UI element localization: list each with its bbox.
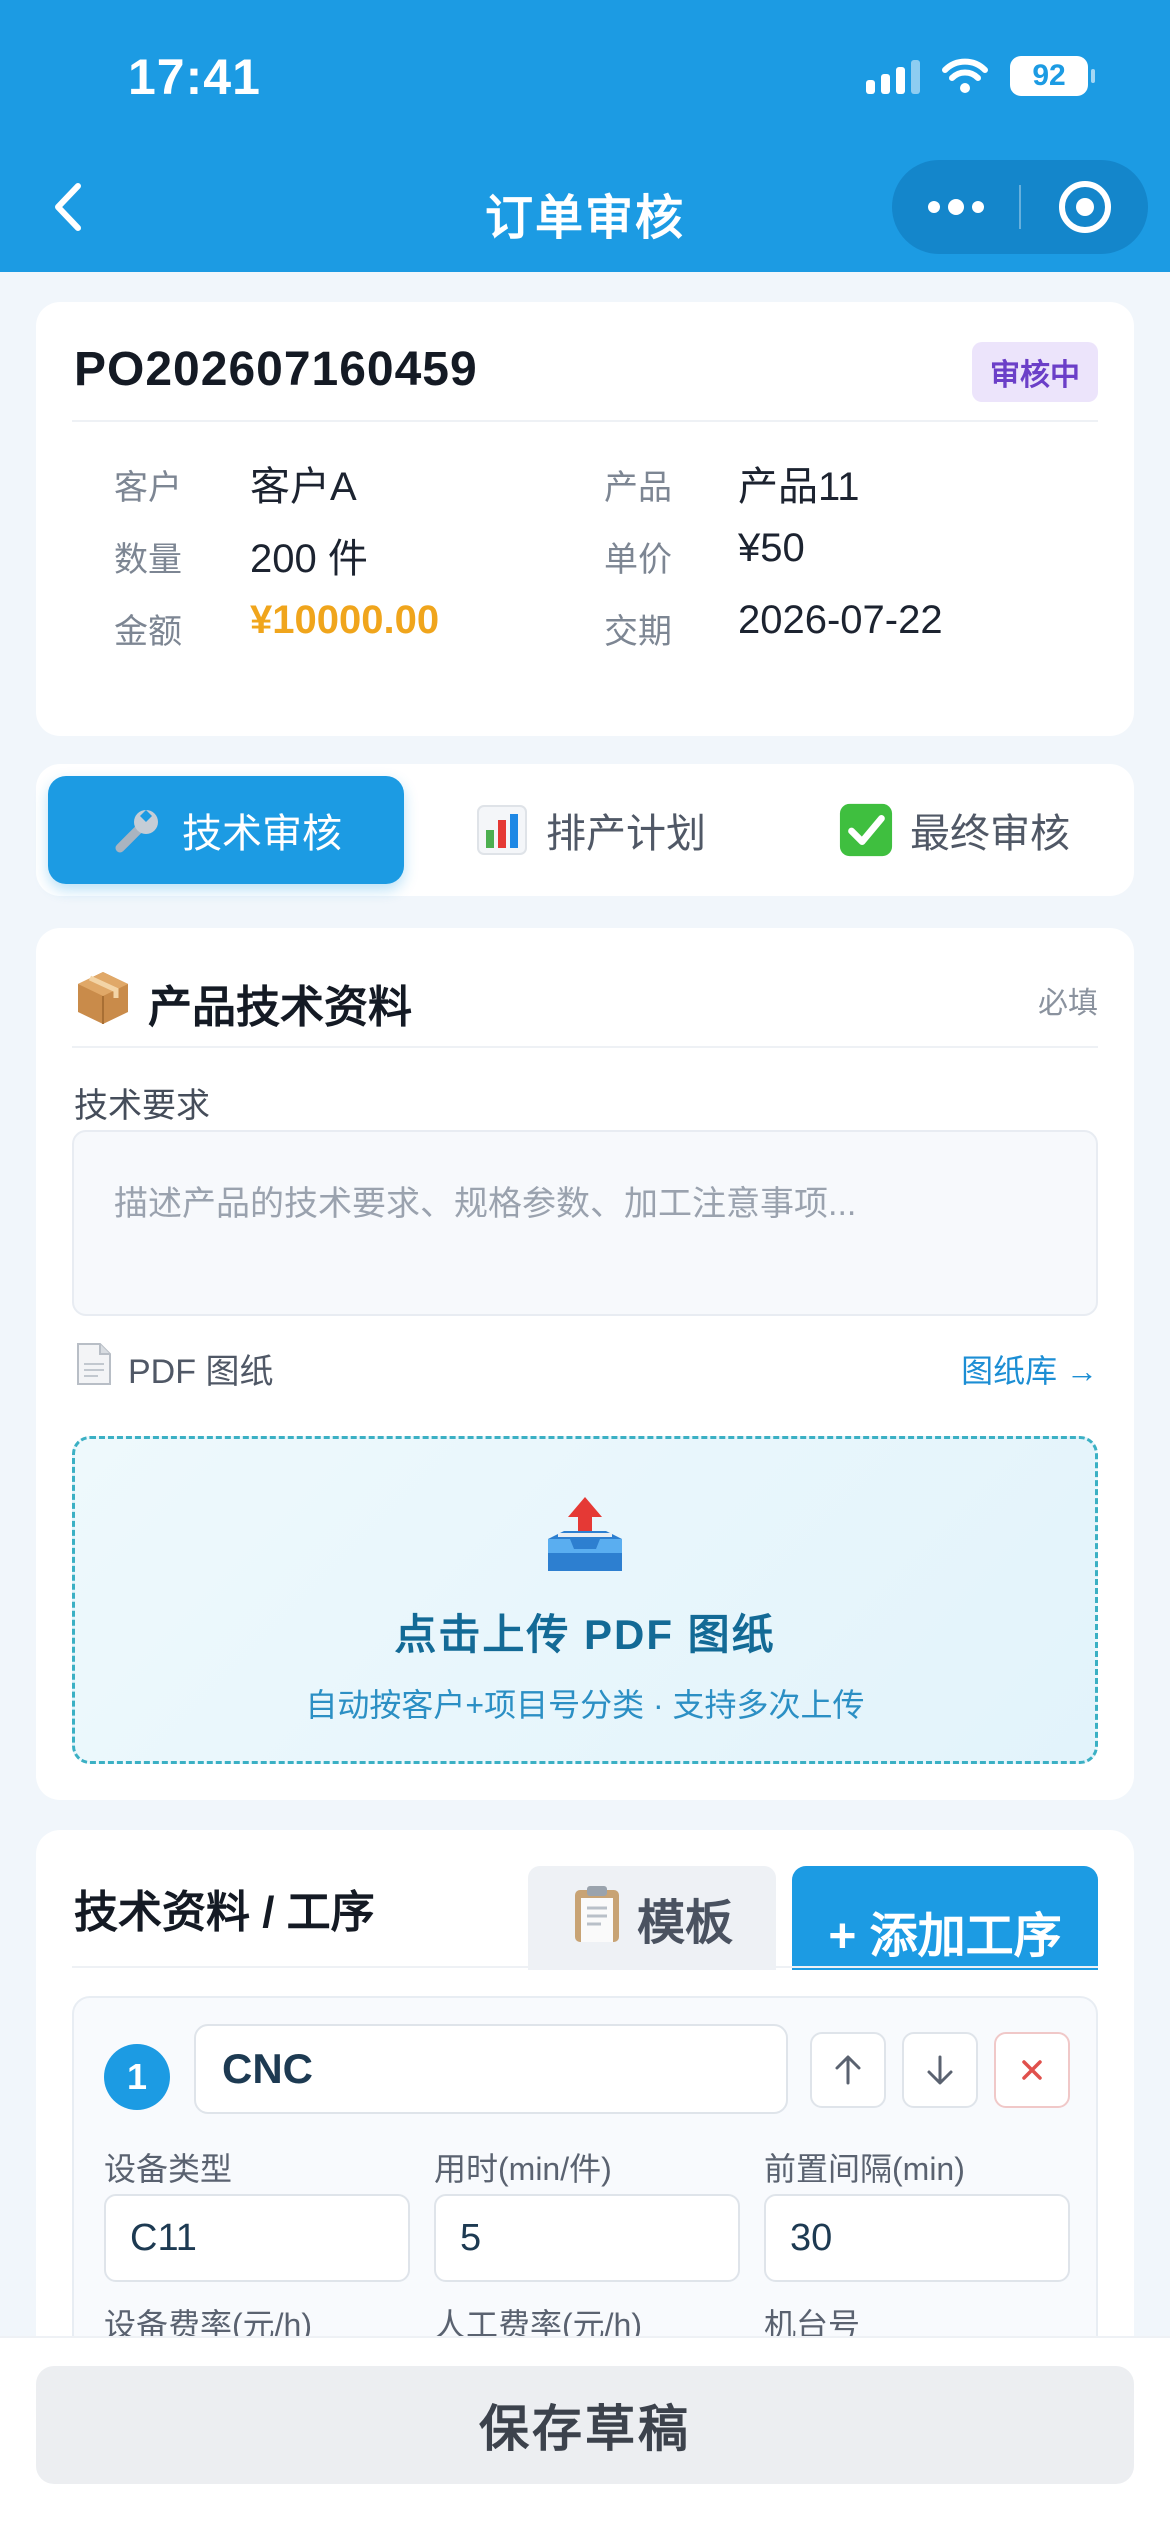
tech-materials-card: 产品技术资料 必填 技术要求 描述产品的技术要求、规格参数、加工注意事项... … bbox=[36, 928, 1134, 1800]
section-title-text: 产品技术资料 bbox=[148, 982, 412, 1032]
time-per-piece-input[interactable]: 5 bbox=[434, 2194, 740, 2282]
upload-title: 点击上传 PDF 图纸 bbox=[394, 1611, 776, 1658]
document-icon bbox=[74, 1342, 114, 1395]
arrow-down-icon bbox=[927, 2055, 953, 2085]
close-icon bbox=[1022, 2060, 1042, 2080]
unit-price-value: ¥50 bbox=[738, 526, 805, 570]
order-summary-card: PO202607160459 审核中 客户 客户A 产品 产品11 数量 200… bbox=[36, 302, 1134, 736]
tab-label: 最终审核 bbox=[910, 812, 1070, 856]
mini-program-capsule bbox=[892, 160, 1148, 254]
pdf-upload-area[interactable]: 点击上传 PDF 图纸 自动按客户+项目号分类 · 支持多次上传 bbox=[72, 1436, 1098, 1764]
arrow-up-icon bbox=[835, 2055, 861, 2085]
tab-label: 排产计划 bbox=[546, 812, 706, 856]
info-label: 单价 bbox=[604, 541, 672, 579]
wifi-icon bbox=[942, 58, 988, 94]
bottom-action-bar: 保存草稿 bbox=[0, 2336, 1170, 2532]
info-label: 金额 bbox=[114, 613, 182, 651]
section-title: 产品技术资料 bbox=[74, 968, 412, 1037]
pre-interval-input[interactable]: 30 bbox=[764, 2194, 1070, 2282]
order-number: PO202607160459 bbox=[74, 343, 478, 396]
info-label: 客户 bbox=[114, 469, 182, 507]
drawing-library-link[interactable]: 图纸库 → bbox=[961, 1346, 1098, 1392]
info-label: 数量 bbox=[114, 541, 182, 579]
move-up-button[interactable] bbox=[810, 2032, 886, 2108]
requirement-textarea[interactable]: 描述产品的技术要求、规格参数、加工注意事项... bbox=[72, 1130, 1098, 1316]
target-icon bbox=[1058, 181, 1111, 233]
equipment-type-label: 设备类型 bbox=[104, 2151, 233, 2187]
wrench-icon bbox=[110, 802, 166, 858]
pdf-label: PDF 图纸 bbox=[128, 1353, 274, 1391]
close-target-button[interactable] bbox=[1021, 181, 1148, 233]
template-button[interactable]: 模板 bbox=[528, 1866, 776, 1970]
info-row: 客户 客户A 产品 产品11 bbox=[36, 454, 1134, 514]
review-tabs: 技术审核 排产计划 最终审核 bbox=[36, 764, 1134, 896]
divider bbox=[72, 1046, 1098, 1048]
upload-subtitle: 自动按客户+项目号分类 · 支持多次上传 bbox=[305, 1687, 865, 1723]
add-process-button[interactable]: + 添加工序 bbox=[792, 1866, 1098, 1970]
clipboard-icon bbox=[571, 1882, 623, 1954]
pdf-row: PDF 图纸 bbox=[74, 1342, 273, 1395]
customer-value: 客户A bbox=[250, 465, 357, 509]
product-value: 产品11 bbox=[738, 465, 860, 509]
quantity-value: 200 件 bbox=[250, 537, 368, 581]
section-title: 技术资料 / 工序 bbox=[74, 1888, 375, 1937]
delete-step-button[interactable] bbox=[994, 2032, 1070, 2108]
template-label: 模板 bbox=[636, 1897, 733, 1950]
status-time: 17:41 bbox=[128, 49, 261, 105]
app-header: 17:41 92 订单审核 bbox=[0, 0, 1170, 272]
divider bbox=[72, 420, 1098, 422]
move-down-button[interactable] bbox=[902, 2032, 978, 2108]
package-icon bbox=[74, 968, 132, 1037]
step-name-input[interactable]: CNC bbox=[194, 2024, 788, 2114]
amount-value: ¥10000.00 bbox=[250, 598, 440, 642]
info-row: 金额 ¥10000.00 交期 2026-07-22 bbox=[36, 598, 1134, 658]
status-icons: 92 bbox=[866, 56, 1095, 96]
battery-icon: 92 bbox=[1010, 56, 1095, 96]
check-box-icon bbox=[838, 802, 894, 858]
equipment-type-input[interactable]: C11 bbox=[104, 2194, 410, 2282]
info-label: 产品 bbox=[604, 469, 672, 507]
tab-final-review[interactable]: 最终审核 bbox=[776, 776, 1132, 884]
more-icon[interactable] bbox=[892, 199, 1019, 215]
tab-schedule-plan[interactable]: 排产计划 bbox=[412, 776, 768, 884]
status-badge: 审核中 bbox=[972, 342, 1098, 402]
save-draft-button[interactable]: 保存草稿 bbox=[36, 2366, 1134, 2484]
time-per-piece-label: 用时(min/件) bbox=[434, 2151, 612, 2187]
upload-tray-icon bbox=[540, 1491, 630, 1581]
tab-label: 技术审核 bbox=[182, 812, 342, 856]
pre-interval-label: 前置间隔(min) bbox=[764, 2151, 965, 2187]
signal-icon bbox=[866, 58, 920, 94]
required-hint: 必填 bbox=[1038, 987, 1098, 1020]
tab-tech-review[interactable]: 技术审核 bbox=[48, 776, 404, 884]
bar-chart-icon bbox=[474, 802, 530, 858]
divider bbox=[72, 1966, 1098, 1968]
step-number: 1 bbox=[104, 2044, 170, 2110]
info-row: 数量 200 件 单价 ¥50 bbox=[36, 526, 1134, 586]
delivery-date-value: 2026-07-22 bbox=[738, 598, 943, 642]
info-label: 交期 bbox=[604, 613, 672, 651]
requirement-label: 技术要求 bbox=[74, 1087, 210, 1125]
